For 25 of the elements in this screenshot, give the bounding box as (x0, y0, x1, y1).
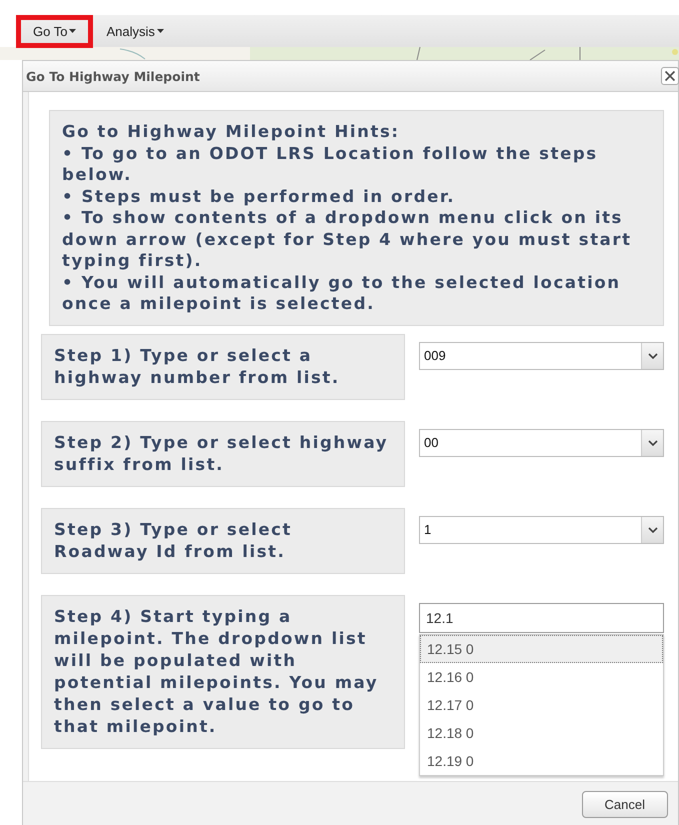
caret-icon (156, 29, 164, 33)
dropdown-field[interactable]: 00 (419, 428, 664, 456)
menu-button[interactable]: Analysis (94, 20, 176, 42)
dropdown-field[interactable]: 009 (419, 342, 664, 370)
dropdown-field[interactable]: 1 (419, 516, 664, 544)
suggestion-item[interactable]: 12.15 0 (420, 634, 663, 662)
milepoint-field[interactable]: 12.1 (419, 602, 664, 632)
step-label: Step 2) Type or select highway suffix from list. (41, 420, 405, 486)
hint-text: • To show contents of a dropdown menu click on its down arrow (except for Step 4 where you must start typing first). (62, 207, 633, 272)
suggestion-item[interactable]: 12.17 0 (420, 690, 663, 718)
close-icon[interactable] (661, 67, 679, 85)
step-label: Step 4) Start typing a milepoint. The dropdown list will be populated with potential milepoints. You may then select a value to go to that milepoint. (41, 594, 405, 748)
hint-text: • To go to an ODOT LRS Location follow the steps below. (62, 142, 599, 186)
suggestion-item[interactable]: 12.16 0 (420, 662, 663, 690)
suggestion-item[interactable]: 12.18 0 (420, 718, 663, 746)
cancel-button[interactable]: Cancel (582, 790, 668, 818)
caret-icon (69, 29, 76, 33)
step-label: Step 3) Type or select Roadway Id from list. (41, 508, 405, 574)
dialog-title: Go To Highway Milepoint (26, 68, 200, 84)
suggestion-item[interactable]: 12.19 0 (420, 746, 663, 774)
hint-text: • Steps must be performed in order. (62, 186, 456, 207)
step-label: Step 1) Type or select a highway number from list. (41, 334, 405, 400)
hint-text: • You will automatically go to the selected location once a milepoint is selected. (62, 272, 622, 314)
menu-button[interactable]: Go To (21, 20, 88, 42)
hints-title: Go to Highway Milepoint Hints: (62, 121, 401, 142)
